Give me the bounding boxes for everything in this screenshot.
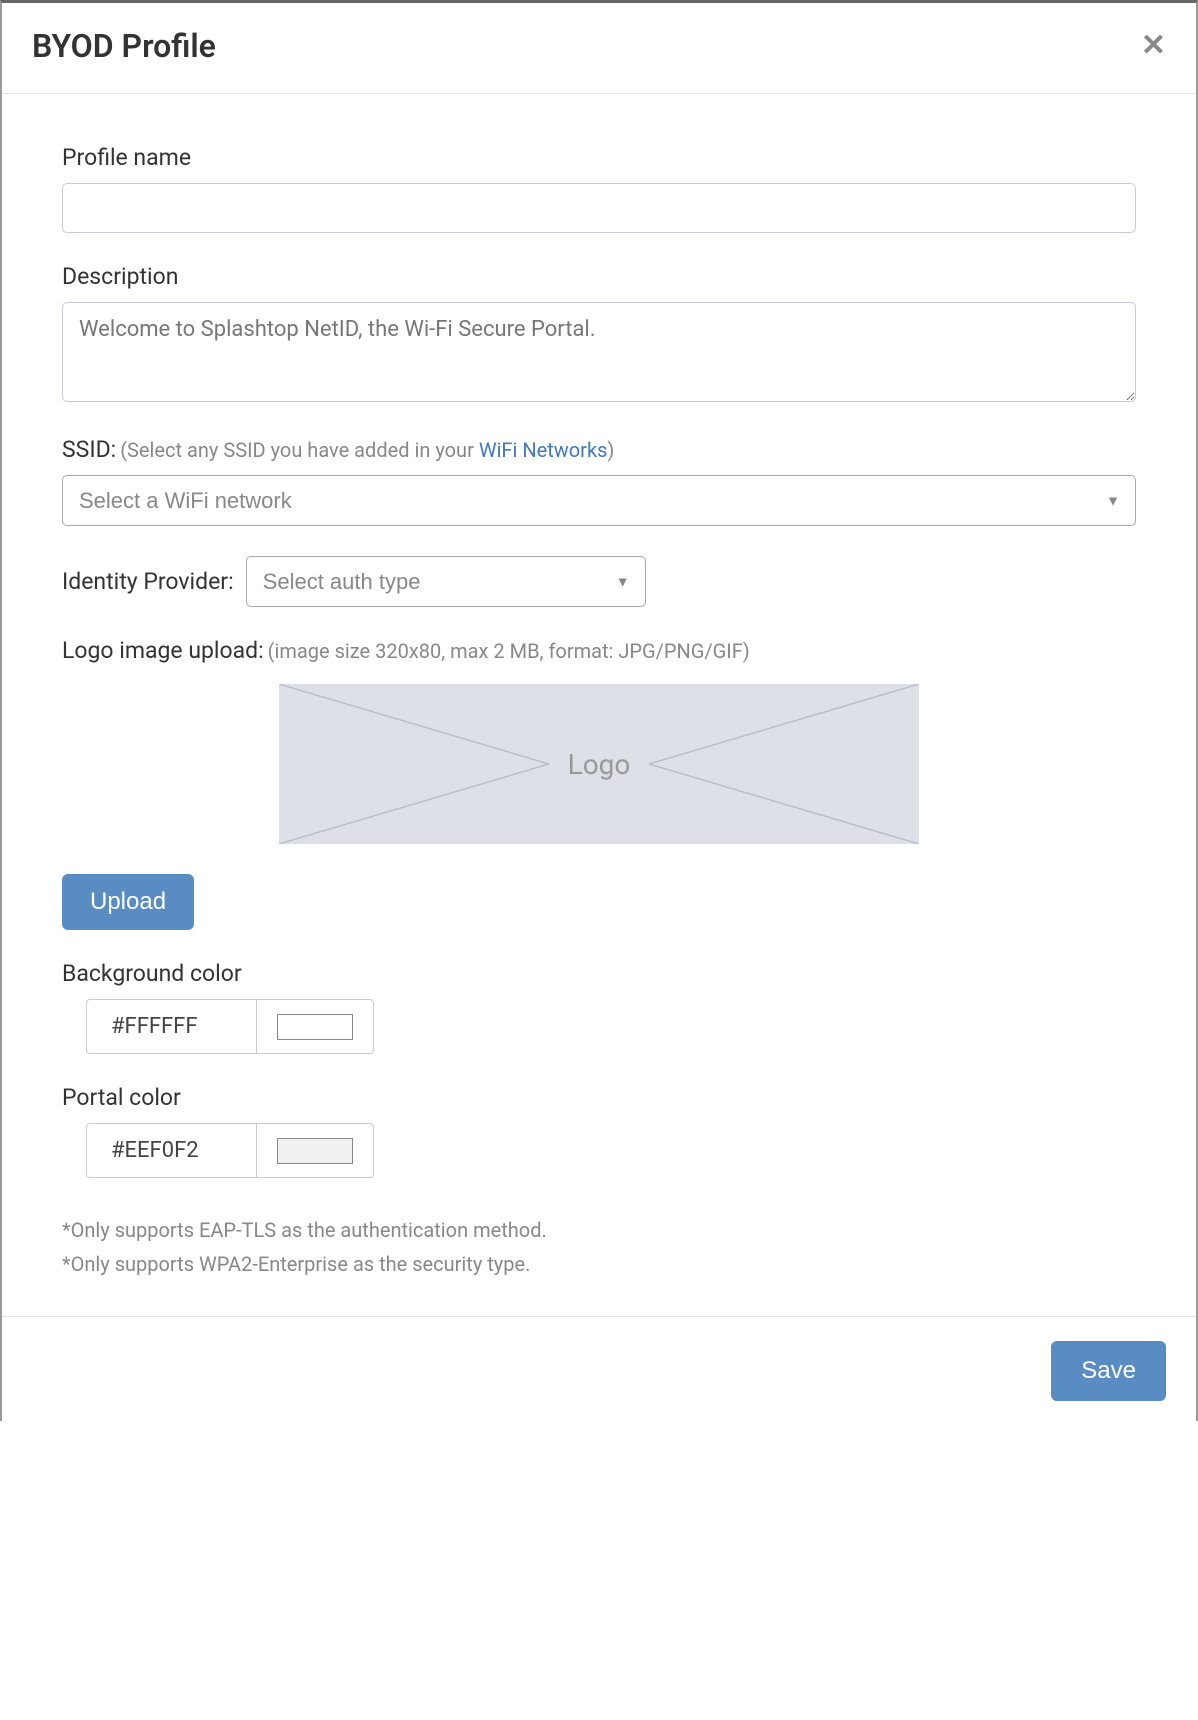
ssid-select[interactable]: Select a WiFi network xyxy=(62,475,1136,526)
background-color-hex[interactable]: #FFFFFF xyxy=(87,1000,257,1053)
identity-provider-group: Identity Provider: Select auth type ▼ xyxy=(62,556,1136,607)
note-wpa2: *Only supports WPA2-Enterprise as the se… xyxy=(62,1252,1136,1276)
ssid-select-wrapper: Select a WiFi network ▼ xyxy=(62,475,1136,526)
ssid-group: SSID: (Select any SSID you have added in… xyxy=(62,436,1136,526)
background-color-swatch-cell xyxy=(257,1000,373,1053)
logo-preview: Logo xyxy=(279,684,919,844)
profile-name-label: Profile name xyxy=(62,144,1136,171)
profile-name-input[interactable] xyxy=(62,183,1136,233)
note-eap-tls: *Only supports EAP-TLS as the authentica… xyxy=(62,1218,1136,1242)
ssid-label: SSID: xyxy=(62,436,116,463)
notes-section: *Only supports EAP-TLS as the authentica… xyxy=(62,1218,1136,1276)
identity-select-wrapper: Select auth type ▼ xyxy=(246,556,646,607)
portal-color-hex[interactable]: #EEF0F2 xyxy=(87,1124,257,1177)
description-group: Description Welcome to Splashtop NetID, … xyxy=(62,263,1136,406)
description-label: Description xyxy=(62,263,1136,290)
portal-color-row: #EEF0F2 xyxy=(86,1123,374,1178)
background-color-swatch[interactable] xyxy=(277,1014,353,1040)
portal-color-label: Portal color xyxy=(62,1084,1136,1111)
profile-name-group: Profile name xyxy=(62,144,1136,233)
modal-header: BYOD Profile ✕ xyxy=(2,3,1196,94)
background-color-label: Background color xyxy=(62,960,1136,987)
wifi-networks-link[interactable]: WiFi Networks xyxy=(479,438,608,462)
ssid-hint-suffix: ) xyxy=(607,438,614,462)
logo-upload-hint: (image size 320x80, max 2 MB, format: JP… xyxy=(268,639,750,663)
background-color-row: #FFFFFF xyxy=(86,999,374,1054)
portal-color-swatch[interactable] xyxy=(277,1138,353,1164)
ssid-hint-prefix: (Select any SSID you have added in your xyxy=(120,438,479,462)
portal-color-swatch-cell xyxy=(257,1124,373,1177)
background-color-group: Background color #FFFFFF xyxy=(62,960,1136,1054)
portal-color-group: Portal color #EEF0F2 xyxy=(62,1084,1136,1178)
upload-button[interactable]: Upload xyxy=(62,874,194,930)
close-icon[interactable]: ✕ xyxy=(1141,31,1166,61)
logo-upload-group: Logo image upload: (image size 320x80, m… xyxy=(62,637,1136,930)
identity-provider-select[interactable]: Select auth type xyxy=(246,556,646,607)
save-button[interactable]: Save xyxy=(1051,1341,1166,1401)
modal-footer: Save xyxy=(2,1316,1196,1421)
logo-placeholder-text: Logo xyxy=(568,748,631,781)
modal-title: BYOD Profile xyxy=(32,27,216,65)
logo-upload-label: Logo image upload: xyxy=(62,637,264,664)
description-input[interactable]: Welcome to Splashtop NetID, the Wi-Fi Se… xyxy=(62,302,1136,402)
modal-body: Profile name Description Welcome to Spla… xyxy=(2,94,1196,1316)
identity-provider-label: Identity Provider: xyxy=(62,568,234,595)
